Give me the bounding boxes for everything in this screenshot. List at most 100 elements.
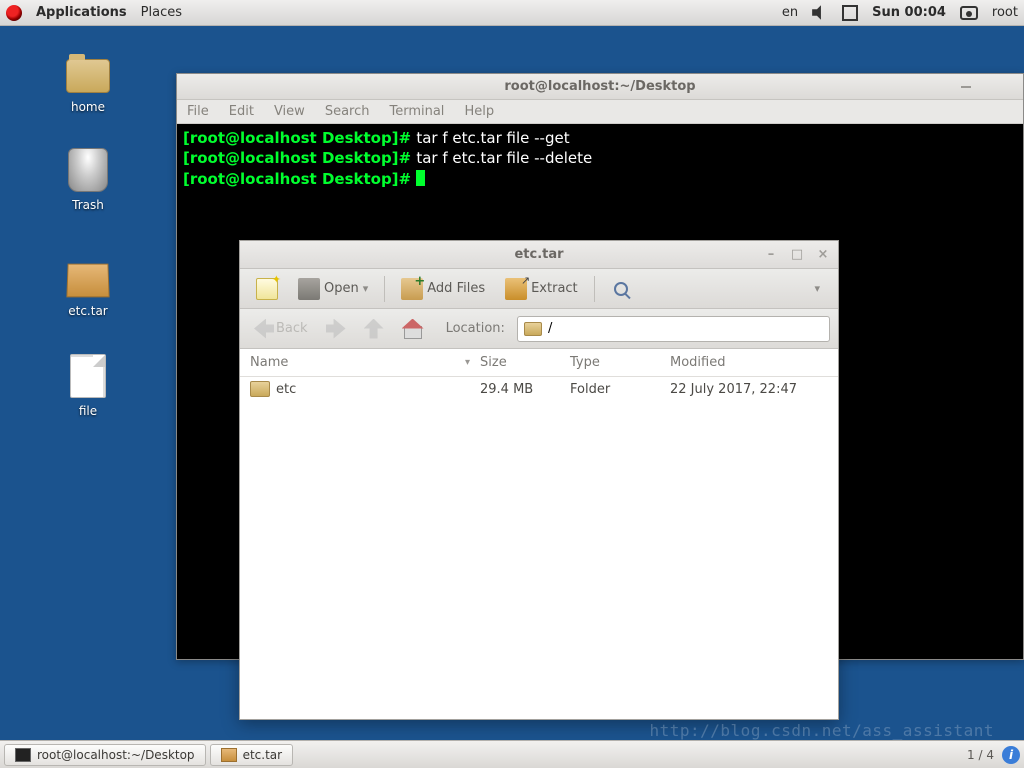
button-label: Extract [531,281,578,296]
button-label: Open [324,281,359,296]
extract-button[interactable]: Extract [497,274,586,304]
up-icon [364,319,384,339]
clock[interactable]: Sun 00:04 [872,5,946,20]
terminal-title: root@localhost:~/Desktop [504,79,695,94]
home-icon [402,319,424,339]
archive-titlebar[interactable]: etc.tar – □ × [240,241,838,269]
location-input[interactable] [548,321,823,336]
open-icon [298,278,320,300]
desktop-icon-file[interactable]: file [40,352,136,418]
chevron-down-icon: ▾ [363,282,369,295]
separator [594,276,595,302]
folder-icon [524,322,542,336]
prompt: [root@localhost Desktop]# [183,129,416,147]
button-label: Back [276,321,308,336]
desktop-icon-etctar[interactable]: etc.tar [40,252,136,318]
terminal-menubar: File Edit View Search Terminal Help [177,100,1023,124]
menu-file[interactable]: File [187,104,209,119]
desktop-icon-label: home [40,100,136,114]
archive-file-list[interactable]: etc 29.4 MB Folder 22 July 2017, 22:47 [240,377,838,719]
cursor [416,170,425,186]
file-size: 29.4 MB [480,382,570,397]
info-icon[interactable]: i [1002,746,1020,764]
power-icon[interactable] [960,6,978,20]
terminal-icon [15,748,31,762]
task-label: root@localhost:~/Desktop [37,748,195,762]
maximize-icon[interactable]: □ [790,247,804,261]
button-label: Add Files [427,281,485,296]
applications-menu[interactable]: Applications [36,5,127,20]
file-modified: 22 July 2017, 22:47 [670,382,828,397]
nav-forward-button[interactable] [320,315,352,343]
new-icon [256,278,278,300]
volume-icon[interactable] [812,5,828,21]
archive-navbar: Back Location: [240,309,838,349]
open-archive-button[interactable]: Open ▾ [290,274,376,304]
archive-icon [221,748,237,762]
user-menu[interactable]: root [992,5,1018,20]
col-type-header[interactable]: Type [570,355,670,370]
col-modified-header[interactable]: Modified [670,355,828,370]
minimize-icon[interactable] [961,86,971,88]
menu-terminal[interactable]: Terminal [389,104,444,119]
distro-icon [6,5,22,21]
minimize-icon[interactable]: – [764,247,778,261]
search-button[interactable] [603,275,639,303]
gnome-bottom-panel: root@localhost:~/Desktop etc.tar 1 / 4 i [0,740,1024,768]
archive-toolbar: Open ▾ Add Files Extract ▾ [240,269,838,309]
col-name-header[interactable]: Name ▾ [250,355,480,370]
file-name: etc [276,382,296,397]
location-label: Location: [446,321,505,336]
col-size-header[interactable]: Size [480,355,570,370]
terminal-titlebar[interactable]: root@localhost:~/Desktop [177,74,1023,100]
desktop-icon-label: etc.tar [40,304,136,318]
places-menu[interactable]: Places [141,5,182,20]
back-icon [254,319,274,339]
new-archive-button[interactable] [248,274,286,304]
trash-icon [68,148,108,192]
archive-icon [66,264,109,298]
file-type: Folder [570,382,670,397]
nav-up-button[interactable] [358,315,390,343]
menu-view[interactable]: View [274,104,305,119]
network-icon[interactable] [842,5,858,21]
forward-icon [326,319,346,339]
nav-home-button[interactable] [396,315,430,343]
prompt: [root@localhost Desktop]# [183,149,416,167]
archive-column-headers: Name ▾ Size Type Modified [240,349,838,377]
menu-edit[interactable]: Edit [229,104,254,119]
task-label: etc.tar [243,748,283,762]
taskbar-item-terminal[interactable]: root@localhost:~/Desktop [4,744,206,766]
command-text: tar f etc.tar file --get [416,129,569,147]
desktop-icon-home[interactable]: home [40,48,136,114]
desktop-icon-label: file [40,404,136,418]
command-text: tar f etc.tar file --delete [416,149,592,167]
watermark-text: http://blog.csdn.net/ass_assistant [649,721,994,740]
taskbar-item-archive[interactable]: etc.tar [210,744,294,766]
extract-icon [505,278,527,300]
workspace-indicator[interactable]: 1 / 4 [967,748,994,762]
keyboard-layout-indicator[interactable]: en [782,5,798,20]
folder-icon [66,59,110,93]
nav-back-button[interactable]: Back [248,315,314,343]
menu-help[interactable]: Help [464,104,494,119]
close-icon[interactable]: × [816,247,830,261]
add-files-button[interactable]: Add Files [393,274,493,304]
list-item[interactable]: etc 29.4 MB Folder 22 July 2017, 22:47 [240,377,838,401]
sort-indicator-icon: ▾ [465,357,470,368]
search-icon [614,282,628,296]
location-field[interactable] [517,316,830,342]
add-icon [401,278,423,300]
archive-window: etc.tar – □ × Open ▾ Add Files Extract [239,240,839,720]
chevron-down-icon: ▾ [814,282,820,295]
archive-title: etc.tar [514,247,563,262]
separator [384,276,385,302]
desktop-icon-label: Trash [40,198,136,212]
menu-search[interactable]: Search [325,104,370,119]
gnome-top-panel: Applications Places en Sun 00:04 root [0,0,1024,26]
folder-icon [250,381,270,397]
file-icon [70,354,106,398]
prompt: [root@localhost Desktop]# [183,170,416,188]
desktop-icon-trash[interactable]: Trash [40,146,136,212]
archive-menu-button[interactable]: ▾ [804,278,830,299]
